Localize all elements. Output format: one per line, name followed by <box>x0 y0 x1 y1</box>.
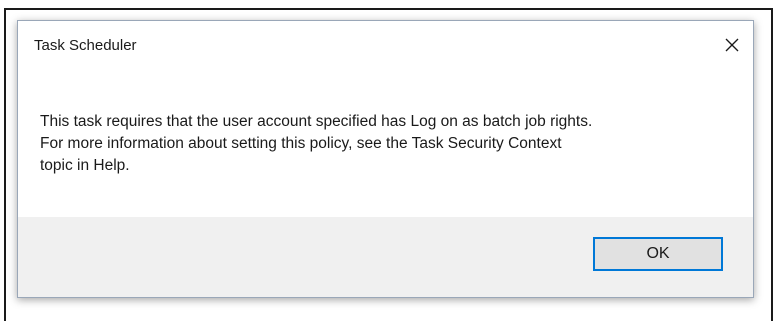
dialog-titlebar: Task Scheduler <box>18 21 753 71</box>
dialog-message: This task requires that the user account… <box>40 111 730 177</box>
close-button[interactable] <box>715 29 749 61</box>
dialog-footer: OK <box>18 217 753 297</box>
message-line-2: For more information about setting this … <box>40 135 562 152</box>
message-line-1: This task requires that the user account… <box>40 113 593 130</box>
message-line-3: topic in Help. <box>40 157 130 174</box>
dialog-title: Task Scheduler <box>34 37 137 54</box>
ok-button[interactable]: OK <box>593 237 723 271</box>
task-scheduler-dialog: Task Scheduler This task requires that t… <box>17 20 754 298</box>
close-icon <box>725 38 739 52</box>
